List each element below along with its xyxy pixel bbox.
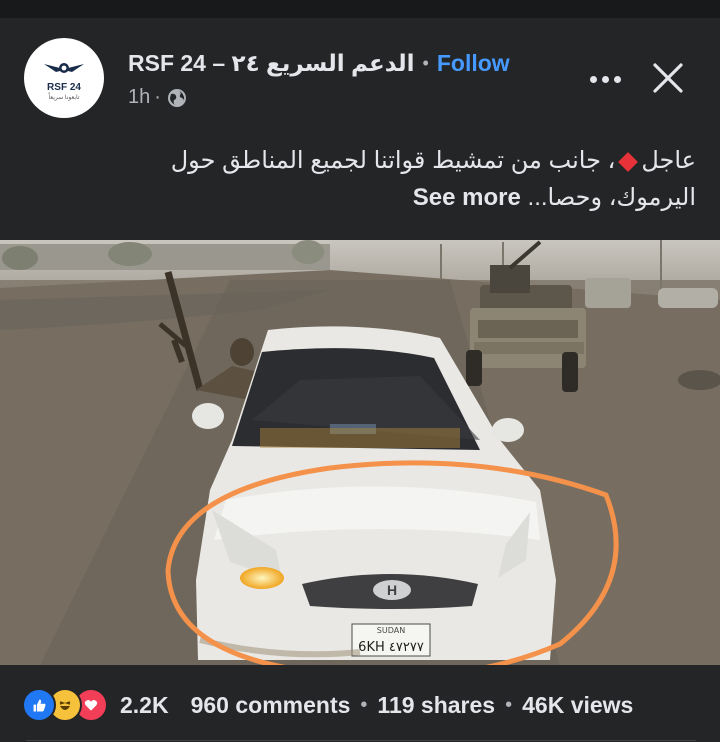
close-icon[interactable] — [648, 58, 688, 98]
post-caption: عاجل، جانب من تمشيط قواتنا لجميع المناطق… — [110, 142, 696, 216]
post-meta: 1h · — [128, 86, 187, 109]
engagement-bar: 2.2K 960 comments • 119 shares • 46K vie… — [22, 688, 633, 722]
avatar-label: RSF 24 — [47, 81, 81, 93]
divider — [26, 740, 696, 741]
page-header: RSF 24 – الدعم السريع ٢٤ • Follow — [128, 48, 510, 78]
more-dot — [601, 75, 609, 83]
top-bar — [0, 0, 720, 18]
more-dot — [589, 75, 597, 83]
views-count: 46K views — [522, 691, 634, 718]
post-card: RSF 24 تابعونا سريعاً RSF 24 – الدعم الس… — [0, 18, 720, 742]
reaction-count[interactable]: 2.2K — [120, 692, 169, 719]
more-dot — [613, 75, 621, 83]
comments-count[interactable]: 960 comments — [191, 692, 351, 719]
svg-text:H: H — [387, 582, 397, 598]
meta-separator: · — [154, 86, 161, 108]
caption-prefix: عاجل — [641, 147, 696, 174]
stat-separator: • — [505, 693, 513, 716]
rsf-logo-icon — [44, 62, 84, 73]
globe-icon — [167, 88, 186, 107]
like-icon — [22, 688, 56, 722]
plate-line-2: 6KH ٤٧٢٧٧ — [358, 640, 424, 655]
avatar-sublabel: تابعونا سريعاً — [48, 94, 80, 101]
follow-button[interactable]: Follow — [437, 50, 510, 77]
separator-dot: • — [422, 52, 429, 73]
post-time[interactable]: 1h — [128, 86, 150, 109]
street-scene-image: H SUDAN 6KH ٤٧٢٧٧ — [0, 240, 720, 665]
red-diamond-icon — [618, 151, 639, 172]
stat-separator: • — [360, 693, 368, 716]
plate-line-1: SUDAN — [377, 626, 405, 635]
page-avatar[interactable]: RSF 24 تابعونا سريعاً — [24, 38, 104, 118]
reaction-icons[interactable] — [22, 688, 108, 722]
post-image[interactable]: H SUDAN 6KH ٤٧٢٧٧ — [0, 240, 720, 665]
shares-count[interactable]: 119 shares — [377, 692, 495, 719]
see-more-link[interactable]: See more — [413, 184, 521, 211]
page-name[interactable]: RSF 24 – الدعم السريع ٢٤ — [128, 50, 415, 77]
more-options-button[interactable] — [585, 64, 625, 94]
